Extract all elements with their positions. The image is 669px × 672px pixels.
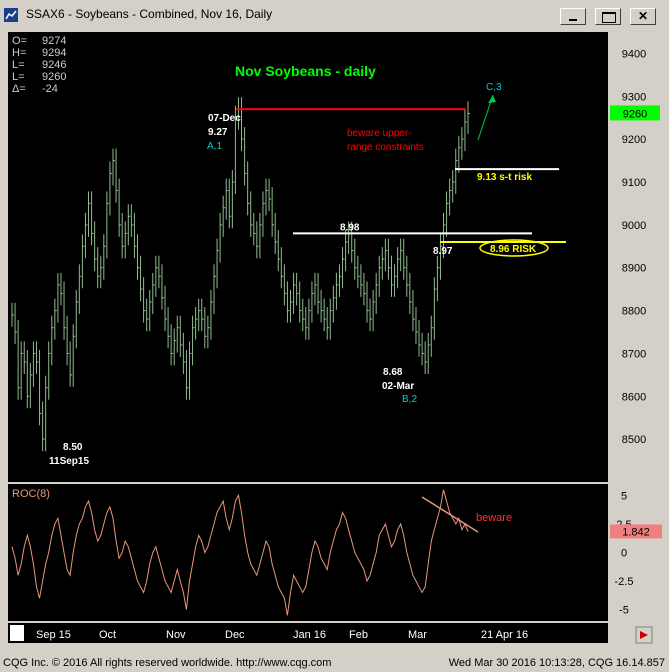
ohlc-label: L=: [12, 71, 25, 83]
ohlc-value: -24: [42, 83, 58, 95]
ohlc-value: 9246: [42, 59, 66, 71]
y-tick-label: 9000: [622, 220, 646, 232]
scroll-left-button[interactable]: [10, 625, 24, 641]
y-tick-label: 8700: [622, 348, 646, 360]
ohlc-value: 9274: [42, 35, 66, 47]
y-tick-label: 9400: [622, 48, 646, 60]
sep-low-value: 8.50: [63, 442, 83, 453]
wave-c-label: C,3: [486, 82, 502, 93]
x-tick-label: 21 Apr 16: [481, 629, 528, 641]
roc-tick-label: -2.5: [615, 576, 634, 588]
close-button[interactable]: [630, 8, 656, 25]
roc-last-label: 1.842: [622, 526, 650, 538]
app-icon: [4, 8, 18, 22]
y-tick-label: 9300: [622, 91, 646, 103]
x-tick-label: Jan 16: [293, 629, 326, 641]
y-tick-label: 9200: [622, 134, 646, 146]
y-tick-label: 8500: [622, 434, 646, 446]
wave-b-label: B,2: [402, 394, 417, 405]
x-tick-label: Sep 15: [36, 629, 71, 641]
mar-low-date: 02-Mar: [382, 381, 414, 392]
ohlc-value: 9260: [42, 71, 66, 83]
roc-tick-label: 5: [621, 490, 627, 502]
copyright-text: CQG Inc. © 2016 All rights reserved worl…: [3, 657, 332, 669]
sep-low-date: 11Sep15: [49, 456, 89, 467]
risk-label: 8.96 RISK: [490, 244, 537, 255]
chart-title: Nov Soybeans - daily: [235, 63, 376, 79]
roc-label: ROC(8): [12, 488, 50, 500]
support-label: 8.98: [340, 222, 360, 233]
price-chart[interactable]: beware upper-range constraints 07-Dec 9.27…: [0, 30, 669, 656]
beware-annotation: beware upper-: [347, 128, 411, 139]
roc-tick-label: -5: [619, 605, 629, 617]
chart-area[interactable]: beware upper-range constraints 07-Dec 9.27…: [0, 30, 669, 656]
beware-annotation: range constraints: [347, 142, 424, 153]
x-tick-label: Mar: [408, 629, 427, 641]
ohlc-label: Δ=: [12, 83, 26, 95]
window-title: SSAX6 - Soybeans - Combined, Nov 16, Dai…: [26, 7, 273, 21]
ohlc-label: L=: [12, 59, 25, 71]
y-tick-label: 8800: [622, 306, 646, 318]
y-tick-label: 9100: [622, 177, 646, 189]
peak-date-label: 07-Dec: [208, 113, 241, 124]
divergence-label: beware: [476, 512, 512, 524]
x-tick-label: Nov: [166, 629, 186, 641]
ohlc-value: 9294: [42, 47, 66, 59]
roc-tick-label: 0: [621, 548, 627, 560]
minimize-button[interactable]: [560, 8, 586, 25]
peak-value-label: 9.27: [208, 127, 228, 138]
x-tick-label: Dec: [225, 629, 245, 641]
mar-low-value: 8.68: [383, 367, 403, 378]
last-price-label: 9260: [623, 108, 647, 120]
x-tick-label: Feb: [349, 629, 368, 641]
roc-panel: [8, 484, 608, 621]
x-tick-label: Oct: [99, 629, 116, 641]
y-tick-label: 8900: [622, 263, 646, 275]
ohlc-label: H=: [12, 47, 26, 59]
y-tick-label: 8600: [622, 391, 646, 403]
maximize-button[interactable]: [595, 8, 621, 25]
label-897: 8.97: [433, 246, 453, 257]
timestamp-text: Wed Mar 30 2016 10:13:28, CQG 16.14.857: [448, 657, 665, 669]
ohlc-label: O=: [12, 35, 27, 47]
title-bar: SSAX6 - Soybeans - Combined, Nov 16, Dai…: [0, 0, 669, 30]
status-bar: CQG Inc. © 2016 All rights reserved worl…: [0, 656, 669, 672]
st-risk-label: 9.13 s-t risk: [477, 172, 532, 183]
wave-a-label: A,1: [207, 141, 222, 152]
